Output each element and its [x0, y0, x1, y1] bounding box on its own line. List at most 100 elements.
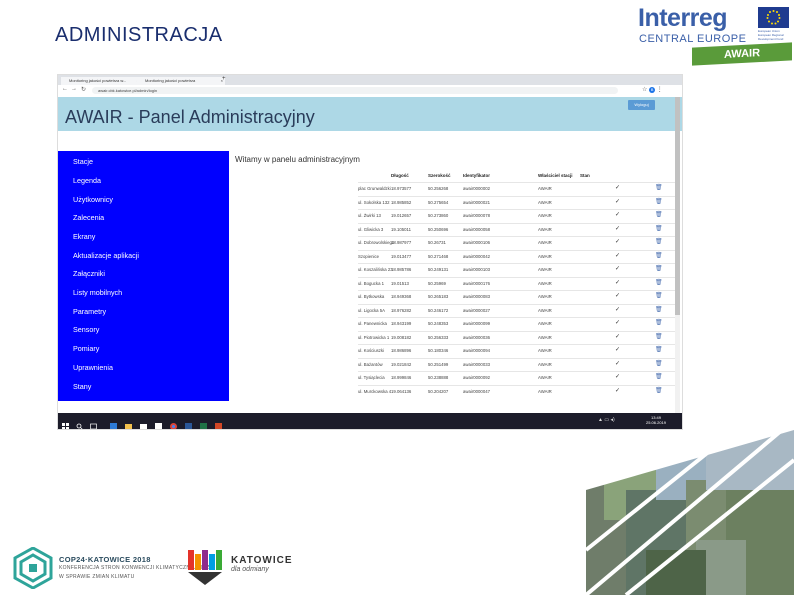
trash-icon[interactable]: 🗑: [655, 238, 663, 245]
sidebar-item-screens[interactable]: Ekrany: [73, 232, 95, 241]
url-field[interactable]: awair.cbk.katowice.pl/admin/login: [92, 87, 618, 94]
cell-latitude: 50.275654: [428, 200, 448, 205]
column-header[interactable]: Identyfikator: [463, 173, 490, 178]
sidebar-item-measurements[interactable]: Pomiary: [73, 344, 99, 353]
check-icon[interactable]: ✓: [615, 292, 620, 299]
sidebar-item-sensors[interactable]: Sensory: [73, 325, 99, 334]
check-icon[interactable]: ✓: [615, 252, 620, 259]
file-explorer-icon[interactable]: [125, 417, 132, 424]
check-icon[interactable]: ✓: [615, 319, 620, 326]
cell-identifier: awair0000047: [463, 389, 490, 394]
cell-name: Szopienice: [358, 254, 379, 259]
check-icon[interactable]: ✓: [615, 184, 620, 191]
column-header[interactable]: Długość: [391, 173, 409, 178]
column-header[interactable]: Właściciel stacji: [538, 173, 573, 178]
table-row[interactable]: ul. Żwirki 1319.01265750.273860awair0000…: [358, 209, 678, 222]
check-icon[interactable]: ✓: [615, 225, 620, 232]
sidebar-item-app-updates[interactable]: Aktualizacje aplikacji: [73, 251, 139, 260]
check-icon[interactable]: ✓: [615, 211, 620, 218]
column-header[interactable]: Stan: [580, 173, 590, 178]
check-icon[interactable]: ✓: [615, 306, 620, 313]
sidebar-item-recommendations[interactable]: Zalecenia: [73, 213, 104, 222]
clock[interactable]: 13:49 25.06.2019: [646, 415, 666, 425]
check-icon[interactable]: ✓: [615, 387, 620, 394]
table-row[interactable]: ul. Tysiąclecia18.99984650.238888awair00…: [358, 371, 678, 384]
trash-icon[interactable]: 🗑: [655, 265, 663, 272]
sidebar-item-users[interactable]: Użytkownicy: [73, 195, 113, 204]
trash-icon[interactable]: 🗑: [655, 225, 663, 232]
forward-icon[interactable]: →: [71, 86, 77, 92]
new-tab-icon[interactable]: +: [222, 76, 226, 82]
trash-icon[interactable]: 🗑: [655, 319, 663, 326]
table-row[interactable]: ul. Gliwicka 319.10501150.250696awair000…: [358, 223, 678, 236]
table-row[interactable]: ul. Koszalińska 2318.98578650.249131awai…: [358, 263, 678, 276]
check-icon[interactable]: ✓: [615, 333, 620, 340]
reload-icon[interactable]: ↻: [81, 86, 86, 93]
check-icon[interactable]: ✓: [615, 373, 620, 380]
trash-icon[interactable]: 🗑: [655, 184, 663, 191]
trash-icon[interactable]: 🗑: [655, 346, 663, 353]
trash-icon[interactable]: 🗑: [655, 292, 663, 299]
back-icon[interactable]: ←: [62, 86, 68, 92]
table-row[interactable]: Szopienice19.01347750.271468awair0000042…: [358, 250, 678, 263]
cell-latitude: 50.180346: [428, 348, 448, 353]
system-tray[interactable]: ▲ ▭ ◂): [598, 417, 615, 423]
table-row[interactable]: ul. Panewnicka18.94319950.248353awair000…: [358, 317, 678, 330]
table-row[interactable]: plac Grunwaldzki18.97357750.256268awair0…: [358, 182, 678, 195]
menu-icon[interactable]: ⋮: [657, 87, 663, 93]
check-icon[interactable]: ✓: [615, 198, 620, 205]
trash-icon[interactable]: 🗑: [655, 373, 663, 380]
app-title: AWAIR - Panel Administracyjny: [65, 107, 315, 128]
column-header[interactable]: Szerokość: [428, 173, 451, 178]
edge-icon[interactable]: [110, 417, 117, 424]
sidebar-item-attachments[interactable]: Załączniki: [73, 269, 105, 278]
star-icon[interactable]: ☆: [642, 87, 647, 93]
sidebar-item-stations[interactable]: Stacje: [73, 157, 93, 166]
task-view-icon[interactable]: [90, 417, 97, 424]
word-icon[interactable]: [185, 417, 192, 424]
powerpoint-icon[interactable]: [215, 417, 222, 424]
trash-icon[interactable]: 🗑: [655, 211, 663, 218]
browser-tab[interactable]: Monitoring jakości powietrza ×: [137, 77, 225, 85]
cell-identifier: awair0000033: [463, 362, 490, 367]
excel-icon[interactable]: [200, 417, 207, 424]
sidebar-item-states[interactable]: Stany: [73, 382, 91, 391]
mail-icon[interactable]: [140, 417, 147, 424]
scrollbar-thumb[interactable]: [675, 97, 680, 315]
browser-tab[interactable]: Monitoring jakości powietrza w... ×: [61, 77, 141, 85]
trash-icon[interactable]: 🗑: [655, 198, 663, 205]
trash-icon[interactable]: 🗑: [655, 306, 663, 313]
account-avatar[interactable]: B: [649, 87, 655, 93]
table-row[interactable]: ul. Bytkowska18.94936850.265183awair0000…: [358, 290, 678, 303]
cell-latitude: 50.256268: [428, 186, 448, 191]
sidebar-item-permissions[interactable]: Uprawnienia: [73, 363, 113, 372]
sidebar-item-parameters[interactable]: Parametry: [73, 307, 106, 316]
trash-icon[interactable]: 🗑: [655, 252, 663, 259]
check-icon[interactable]: ✓: [615, 238, 620, 245]
check-icon[interactable]: ✓: [615, 279, 620, 286]
check-icon[interactable]: ✓: [615, 346, 620, 353]
table-row[interactable]: ul. Kościuszki18.98689650.180346awair000…: [358, 344, 678, 357]
trash-icon[interactable]: 🗑: [655, 333, 663, 340]
check-icon[interactable]: ✓: [615, 360, 620, 367]
windows-start-icon[interactable]: [62, 417, 69, 424]
table-row[interactable]: ul. Murckowska 419.06413650.204207awair0…: [358, 385, 678, 398]
table-row[interactable]: ul. Ligocka 5A18.97628250.246172awair000…: [358, 304, 678, 317]
trash-icon[interactable]: 🗑: [655, 387, 663, 394]
table-row[interactable]: ul. Sokolska 13218.98585250.275654awair0…: [358, 196, 678, 209]
sidebar-item-legend[interactable]: Legenda: [73, 176, 101, 185]
sidebar-item-mobile-lists[interactable]: Listy mobilnych: [73, 288, 122, 297]
trash-icon[interactable]: 🗑: [655, 360, 663, 367]
search-icon[interactable]: [76, 417, 83, 424]
logout-button[interactable]: Wyloguj: [628, 100, 655, 110]
table-row[interactable]: ul. Piotrowicka 119.00818250.256333awair…: [358, 331, 678, 344]
cell-owner: AWAIR: [538, 254, 552, 259]
table-row[interactable]: ul. Dobrowolskiego18.98797750.26731awair…: [358, 236, 678, 249]
store-icon[interactable]: [155, 417, 162, 424]
cell-identifier: awair0000078: [463, 213, 490, 218]
chrome-icon[interactable]: [170, 417, 177, 424]
trash-icon[interactable]: 🗑: [655, 279, 663, 286]
table-row[interactable]: ul. Bogucka 119.0151350.25969awair000017…: [358, 277, 678, 290]
check-icon[interactable]: ✓: [615, 265, 620, 272]
table-row[interactable]: ul. Bażantów19.02184250.251499awair00000…: [358, 358, 678, 371]
